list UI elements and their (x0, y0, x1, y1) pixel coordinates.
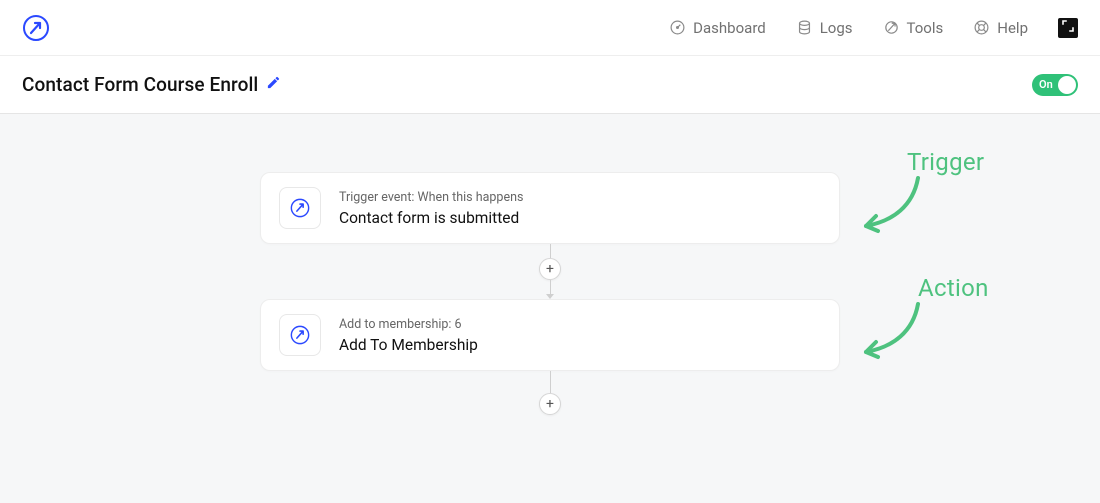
add-step-button-2[interactable]: + (539, 393, 561, 415)
flow-column: Trigger event: When this happens Contact… (260, 172, 840, 415)
database-icon (796, 19, 813, 36)
nav-dashboard-label: Dashboard (693, 19, 766, 37)
annotation-trigger-label: Trigger (907, 148, 984, 176)
title-bar: Contact Form Course Enroll On (0, 56, 1100, 114)
top-nav: Dashboard Logs Tools (0, 0, 1100, 56)
nav-tools[interactable]: Tools (883, 19, 944, 37)
nav-logs[interactable]: Logs (796, 19, 853, 37)
action-title: Add To Membership (339, 336, 478, 354)
nav-links: Dashboard Logs Tools (669, 18, 1078, 38)
nav-logs-label: Logs (820, 19, 853, 37)
trigger-title: Contact form is submitted (339, 209, 523, 227)
lifesaver-icon (973, 19, 990, 36)
pencil-icon (266, 75, 281, 94)
toggle-label: On (1039, 78, 1053, 91)
connector-2: + (539, 371, 561, 415)
action-card[interactable]: Add to membership: 6 Add To Membership (260, 299, 840, 371)
enabled-toggle[interactable]: On (1032, 74, 1078, 96)
fullscreen-button[interactable] (1058, 18, 1078, 38)
action-supertitle: Add to membership: 6 (339, 317, 478, 332)
annotation-action-arrow-icon (858, 302, 928, 366)
trigger-card[interactable]: Trigger event: When this happens Contact… (260, 172, 840, 244)
edit-title-button[interactable] (266, 75, 281, 94)
target-icon (883, 19, 900, 36)
trigger-supertitle: Trigger event: When this happens (339, 190, 523, 205)
app-logo[interactable] (22, 14, 50, 42)
connector-1: + (539, 244, 561, 299)
toggle-knob (1058, 76, 1076, 94)
flow-canvas: Trigger event: When this happens Contact… (0, 114, 1100, 503)
nav-tools-label: Tools (907, 19, 944, 37)
add-step-button-1[interactable]: + (539, 258, 561, 280)
nav-dashboard[interactable]: Dashboard (669, 19, 766, 37)
trigger-app-icon (279, 187, 321, 229)
nav-help-label: Help (997, 19, 1028, 37)
page-title: Contact Form Course Enroll (22, 73, 258, 96)
annotation-trigger-arrow-icon (858, 176, 928, 240)
nav-help[interactable]: Help (973, 19, 1028, 37)
gauge-icon (669, 19, 686, 36)
action-app-icon (279, 314, 321, 356)
annotation-action-label: Action (918, 274, 989, 302)
fullscreen-icon (1062, 20, 1074, 36)
